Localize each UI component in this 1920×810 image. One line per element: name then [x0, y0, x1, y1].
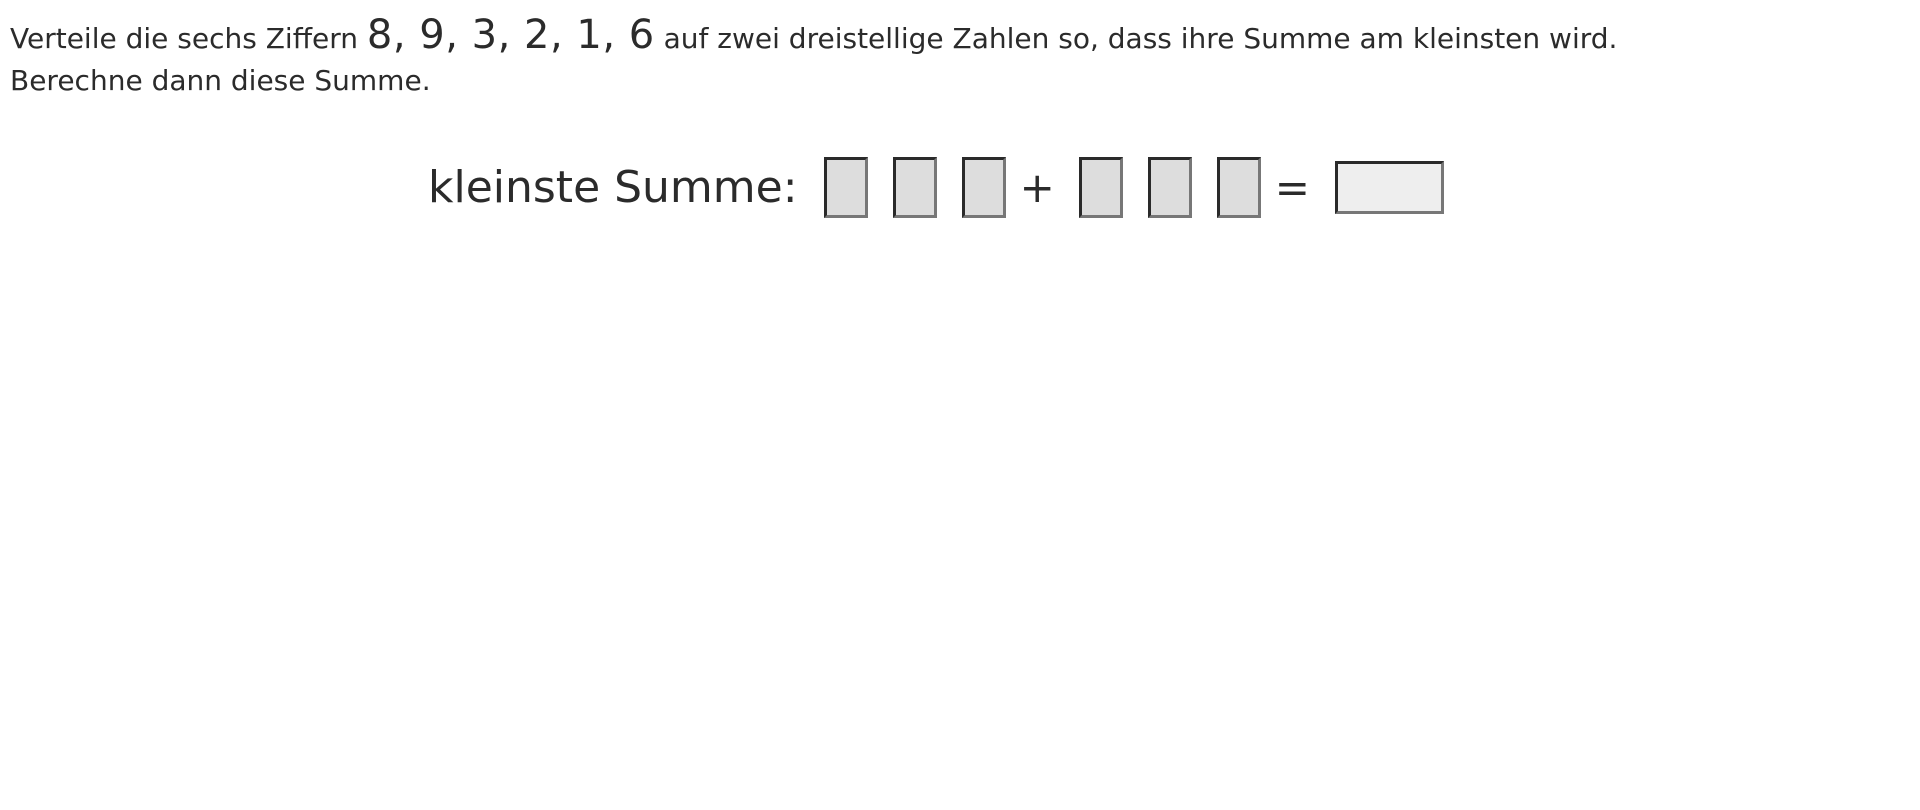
equals-sign: = [1274, 163, 1310, 212]
second-number-tens-input[interactable] [1147, 157, 1192, 218]
given-digits: 8, 9, 3, 2, 1, 6 [366, 12, 655, 58]
smallest-sum-label: kleinste Summe: [428, 162, 798, 213]
task-text: Verteile die sechs Ziffern 8, 9, 3, 2, 1… [10, 14, 1890, 102]
first-number-ones-input[interactable] [961, 157, 1006, 218]
sum-result-input[interactable] [1334, 161, 1444, 214]
second-number-hundreds-input[interactable] [1078, 157, 1123, 218]
task-line-1: Verteile die sechs Ziffern 8, 9, 3, 2, 1… [10, 14, 1890, 60]
task-intro: Verteile die sechs Ziffern [10, 22, 367, 55]
sum-equation: kleinste Summe: + = [428, 157, 1444, 218]
second-number-ones-input[interactable] [1216, 157, 1261, 218]
task-instruction: auf zwei dreistellige Zahlen so, dass ih… [654, 22, 1618, 55]
first-number-hundreds-input[interactable] [823, 157, 868, 218]
task-line-2: Berechne dann diese Summe. [10, 64, 431, 97]
first-number-tens-input[interactable] [892, 157, 937, 218]
plus-sign: + [1019, 163, 1055, 212]
